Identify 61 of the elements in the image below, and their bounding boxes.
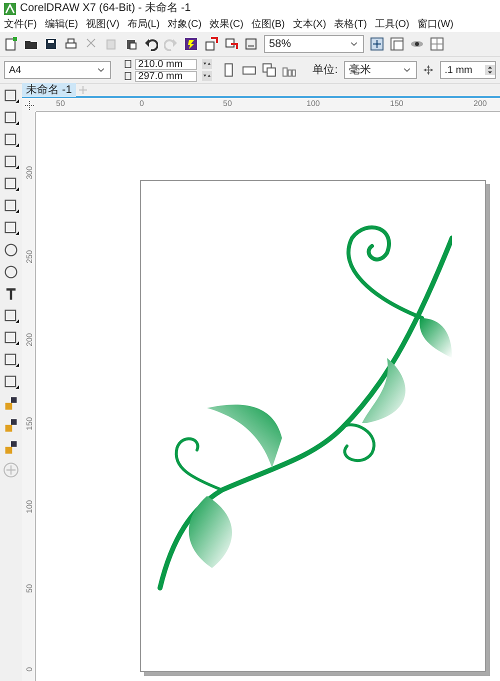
ruler-label: 250 [24,250,34,263]
new-document-icon[interactable] [4,37,18,51]
zoom-page-icon[interactable] [370,37,384,51]
import-icon[interactable] [204,37,218,51]
publish-pdf-icon[interactable] [244,37,258,51]
page-size-value: A4 [9,64,22,78]
menu-item[interactable]: 效果(C) [210,17,244,32]
ellipse-tool-icon[interactable] [3,242,19,258]
guidelines-icon[interactable] [430,37,444,51]
ruler-label: 100 [306,98,320,110]
ruler-label: 50 [24,584,34,592]
paste-icon[interactable] [124,37,138,51]
nudge-value: .1 mm [444,64,472,78]
menu-item[interactable]: 工具(O) [374,17,410,32]
zoom-value: 58% [269,36,292,52]
ruler-label: 150 [24,416,34,430]
rulers-icon[interactable] [390,37,404,51]
unit-value: 毫米 [348,62,371,78]
ruler-origin-icon[interactable] [24,100,34,110]
launcher-icon[interactable] [184,37,198,51]
height-icon[interactable] [123,71,134,81]
menu-item[interactable]: 文本(X) [292,17,326,32]
ruler-label: 0 [140,98,144,110]
interactive-fill-icon[interactable] [3,396,19,412]
menu-item[interactable]: 视图(V) [86,17,120,32]
ruler-label: 100 [24,500,34,514]
menu-item[interactable]: 布局(L) [127,17,160,32]
ruler-label: 300 [24,166,34,180]
ruler-label: 0 [24,667,34,672]
document-tab[interactable]: 未命名 -1 [22,83,76,97]
save-icon[interactable] [44,37,58,51]
window-title: CorelDRAW X7 (64-Bit) - 未命名 -1 [20,1,191,16]
ruler-label: 150 [390,98,404,110]
ruler-label: 200 [474,98,487,110]
print-icon[interactable] [64,37,78,51]
nudge-icon[interactable] [422,64,434,76]
smart-fill-icon[interactable] [3,418,19,434]
page-size-dropdown[interactable]: A4 [4,61,112,79]
mesh-fill-icon[interactable] [3,440,19,456]
ruler-label: 50 [56,98,65,110]
menu-item[interactable]: 编辑(E) [44,17,78,32]
page-width-field[interactable]: 210.0 mm [135,58,198,70]
export-icon[interactable] [224,37,238,51]
width-icon[interactable] [123,59,134,69]
unit-label: 单位: [312,62,338,78]
menu-item[interactable]: 表格(T) [334,17,367,32]
page-height-field[interactable]: 297.0 mm [135,70,198,82]
menu-item[interactable]: 窗口(W) [417,17,454,32]
menu-item[interactable]: 文件(F) [4,17,37,32]
ruler-label: 50 [223,98,232,110]
spinner-icon [484,62,495,78]
app-logo-icon [4,2,16,14]
all-pages-icon[interactable] [262,62,276,78]
menu-item[interactable]: 对象(C) [168,17,202,32]
ruler-label: 200 [24,333,34,346]
undo-icon[interactable] [144,37,158,51]
nudge-field[interactable]: .1 mm [440,61,496,79]
menu-item[interactable]: 位图(B) [251,17,285,32]
zoom-field[interactable]: 58% [264,35,364,53]
unit-dropdown[interactable]: 毫米 [344,61,417,79]
rectangle-tool-icon[interactable] [3,220,19,236]
